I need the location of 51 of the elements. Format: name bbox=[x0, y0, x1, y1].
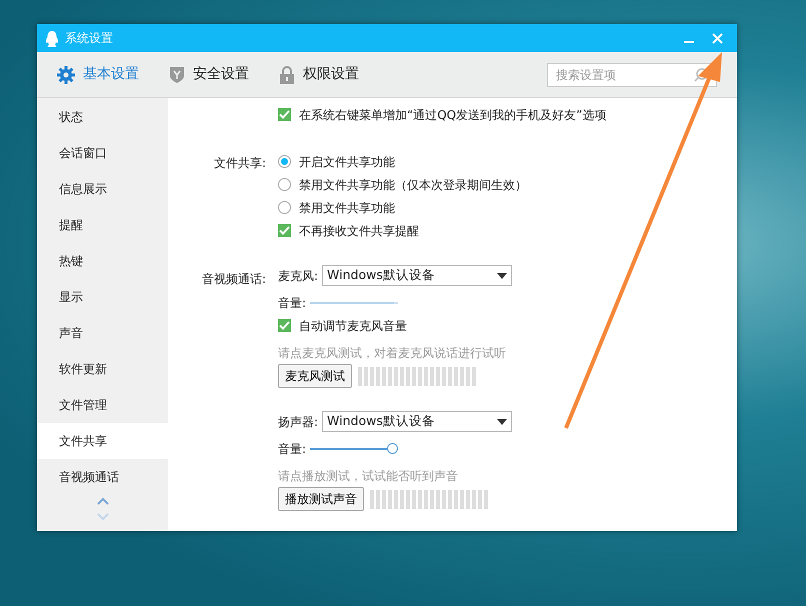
field-label: 音量: bbox=[278, 440, 306, 458]
radio-button[interactable] bbox=[278, 155, 291, 168]
shield-icon bbox=[169, 66, 185, 84]
option-label: 禁用文件共享功能 bbox=[299, 200, 395, 216]
window-title: 系统设置 bbox=[65, 30, 113, 47]
option-label: 自动调节麦克风音量 bbox=[299, 318, 407, 334]
caret-icon bbox=[497, 418, 508, 425]
search-field[interactable]: 搜索设置项 bbox=[547, 62, 717, 86]
radio-button[interactable] bbox=[278, 178, 291, 191]
tab[interactable]: 基本设置 bbox=[57, 64, 139, 85]
field-label: 麦克风: bbox=[278, 268, 318, 284]
device-dropdown[interactable]: Windows默认设备 bbox=[322, 265, 512, 286]
sidebar-item[interactable]: 信息展示 bbox=[37, 171, 168, 207]
tab[interactable]: 权限设置 bbox=[279, 64, 359, 85]
radio-button[interactable] bbox=[278, 201, 291, 214]
minimize-icon bbox=[684, 41, 694, 43]
option-label: 开启文件共享功能 bbox=[299, 154, 395, 170]
test-button[interactable]: 播放测试声音 bbox=[278, 487, 364, 511]
sidebar-item[interactable]: 音视频通话 bbox=[37, 459, 168, 495]
sidebar-item[interactable]: 软件更新 bbox=[37, 351, 168, 387]
lock-icon bbox=[279, 66, 295, 84]
sidebar-item[interactable]: 声音 bbox=[37, 315, 168, 351]
caret-icon bbox=[497, 272, 508, 279]
settings-icon bbox=[57, 66, 75, 84]
checkbox[interactable] bbox=[278, 319, 291, 332]
sidebar-item[interactable]: 显示 bbox=[37, 279, 168, 315]
sidebar-item[interactable]: 状态 bbox=[37, 99, 168, 135]
close-icon bbox=[712, 33, 723, 44]
field-label: 音量: bbox=[278, 294, 306, 312]
test-button[interactable]: 麦克风测试 bbox=[278, 364, 352, 388]
sidebar-item[interactable]: 文件共享 bbox=[37, 423, 168, 459]
sidebar-item[interactable]: 文件管理 bbox=[37, 387, 168, 423]
penguin-icon bbox=[45, 30, 59, 47]
slider-thumb[interactable] bbox=[387, 442, 398, 454]
scroll-up-icon[interactable] bbox=[96, 497, 108, 505]
sidebar-item[interactable]: 热键 bbox=[37, 243, 168, 279]
checkbox[interactable] bbox=[278, 224, 291, 237]
sidebar-item[interactable]: 会话窗口 bbox=[37, 135, 168, 171]
field-label: 扬声器: bbox=[278, 414, 318, 430]
tab[interactable]: 安全设置 bbox=[169, 64, 249, 85]
option-label: 在系统右键菜单增加“通过QQ发送到我的手机及好友”选项 bbox=[299, 106, 606, 124]
checkbox[interactable] bbox=[278, 108, 291, 121]
hint-text: 请点麦克风测试，对着麦克风说话进行试听 bbox=[278, 344, 506, 362]
hint-text: 请点播放测试，试试能否听到声音 bbox=[278, 468, 458, 484]
section-label: 文件共享: bbox=[212, 155, 266, 172]
scroll-down-icon[interactable] bbox=[96, 513, 108, 521]
device-dropdown[interactable]: Windows默认设备 bbox=[322, 411, 512, 432]
sidebar-item[interactable]: 提醒 bbox=[37, 207, 168, 243]
option-label: 禁用文件共享功能（仅本次登录期间生效） bbox=[299, 176, 527, 194]
section-label: 音视频通话: bbox=[200, 271, 266, 288]
option-label: 不再接收文件共享提醒 bbox=[299, 222, 419, 240]
